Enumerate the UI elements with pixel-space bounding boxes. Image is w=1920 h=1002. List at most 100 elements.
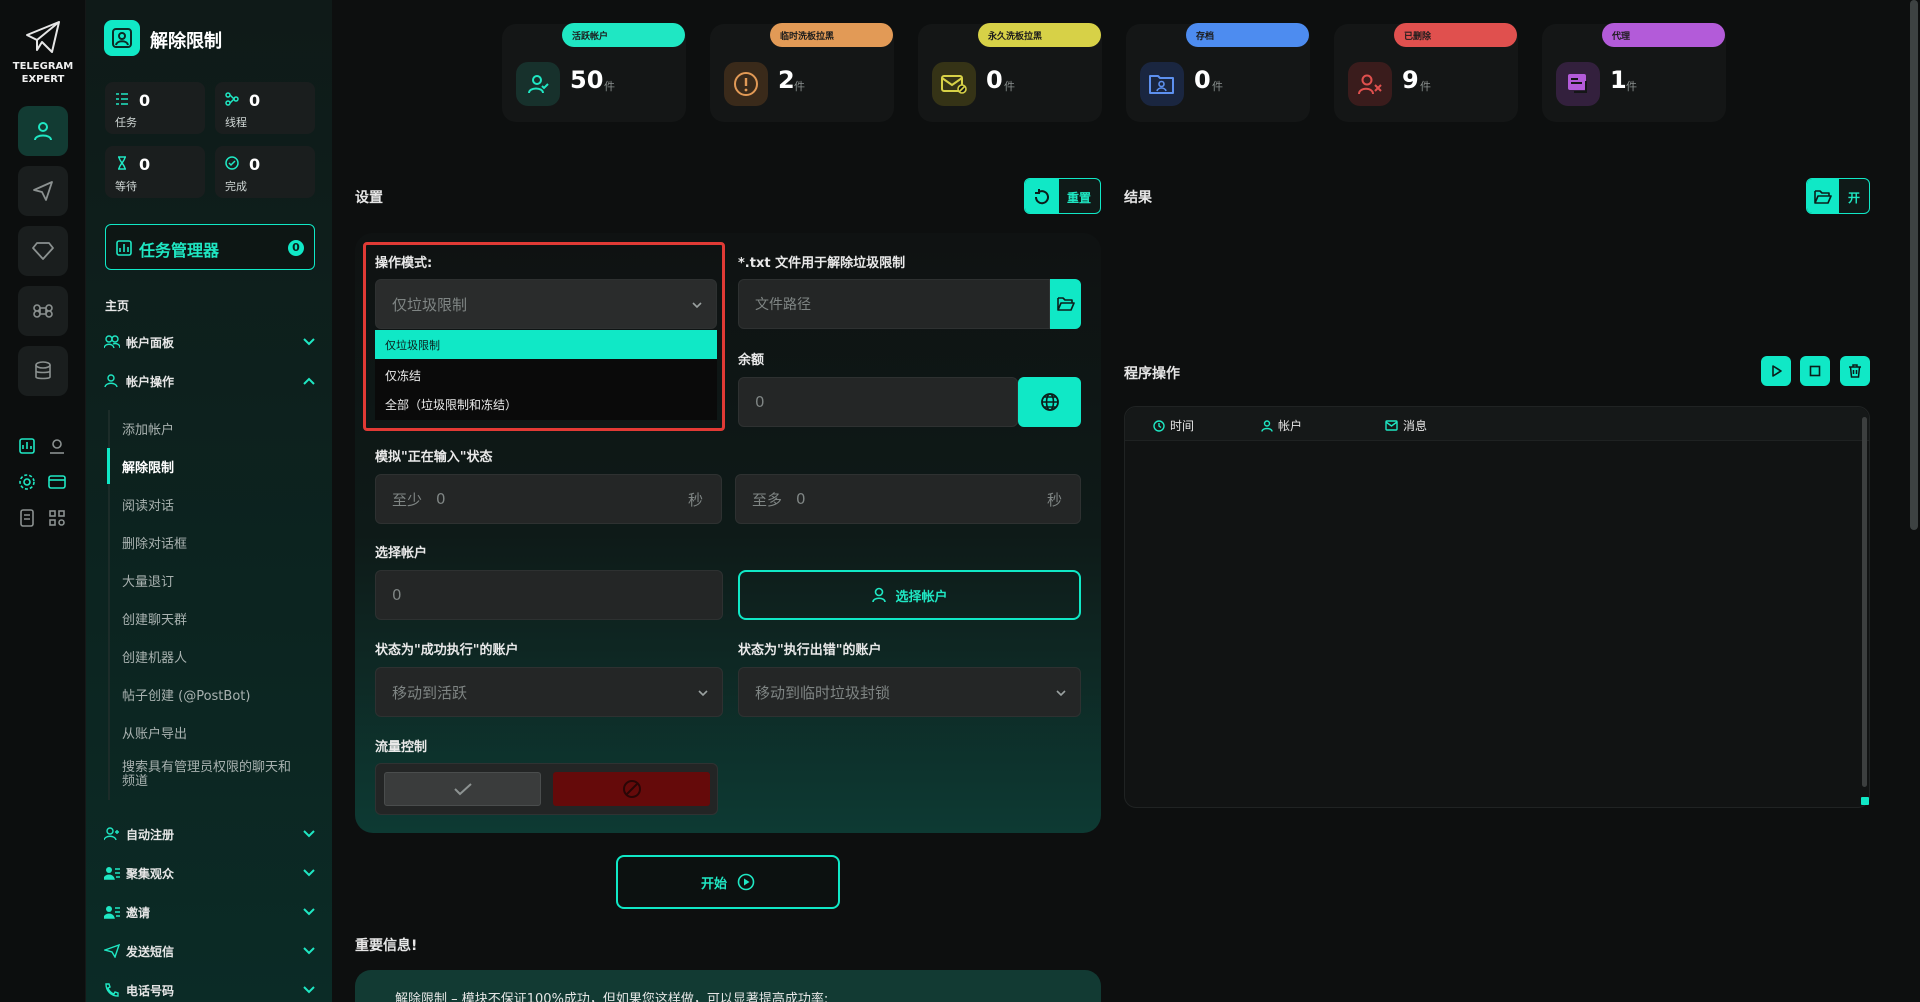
nav-invite[interactable]: 邀请 [104,900,316,924]
txt-file-label: *.txt 文件用于解除垃圾限制 [738,256,906,271]
clear-log-button[interactable] [1840,356,1870,386]
grid-icon [49,510,65,526]
success-status-select[interactable]: 移动到活跃 [375,667,723,717]
kpi-icon-box [1348,62,1392,106]
kpi-deleted[interactable]: 已删除 9 件 [1334,23,1518,122]
proxy-icon [1568,74,1587,93]
nav-sub-item[interactable]: 创建聊天群 [122,609,187,628]
nav-sub-item[interactable]: 帖子创建 (@PostBot) [122,685,250,704]
nav-audience[interactable]: 聚集观众 [104,861,316,885]
user-list-icon [104,867,120,880]
nav-sub-item[interactable]: 创建机器人 [122,647,187,666]
balance-value: 0 [755,393,765,411]
rail-accounts-button[interactable] [18,106,68,156]
database-icon [35,361,51,380]
kpi-tag: 永久洗板拉黑 [978,23,1101,47]
browse-file-button[interactable] [1050,279,1081,329]
rail-send-button[interactable] [18,166,68,216]
task-manager-button[interactable]: 任务管理器 0 [105,224,315,270]
chevron-down-icon [1056,690,1066,697]
rail-report-button[interactable] [15,434,39,458]
kpi-icon-box [1140,62,1184,106]
op-mode-option-selected[interactable]: 仅垃圾限制 [375,330,717,359]
ban-icon [622,780,641,798]
kpi-value: 9 [1402,66,1419,94]
document-icon [20,509,34,527]
nav-account-ops[interactable]: 帐户操作 [104,369,316,393]
nav-sub-item-active[interactable]: 解除限制 [122,457,174,476]
nav-sub-item[interactable]: 阅读对话 [122,495,174,514]
kpi-perm-spam-block[interactable]: 永久洗板拉黑 0 件 [918,23,1102,122]
nav-sub-item[interactable]: 大量退订 [122,571,174,590]
check-icon [453,783,472,796]
stop-button[interactable] [1800,356,1830,386]
folder-open-icon [1056,297,1075,311]
rail-grid-button[interactable] [45,506,69,530]
folder-open-icon [1814,190,1832,204]
op-mode-select[interactable]: 仅垃圾限制 [375,279,717,329]
select-account-input[interactable]: 0 [375,570,723,620]
resize-handle[interactable] [1861,797,1869,805]
nav-auto-register[interactable]: 自动注册 [104,822,316,846]
op-mode-label: 操作模式: [375,256,433,271]
page-scrollbar[interactable] [1910,0,1918,530]
op-mode-option[interactable]: 全部（垃圾限制和冻结） [385,396,517,413]
kpi-temp-spam-block[interactable]: 临时洗板拉黑 2 件 [710,23,894,122]
chevron-down-icon [698,690,708,697]
nav-phone-number[interactable]: 电话号码 [104,978,316,1002]
flow-enable-button[interactable] [384,772,541,806]
play-button[interactable] [1761,356,1791,386]
stat-done: 0 完成 [215,146,315,198]
logo-line1: TELEGRAM [12,61,74,72]
rail-logs-button[interactable] [15,506,39,530]
nav-send-sms[interactable]: 发送短信 [104,939,316,963]
important-title: 重要信息! [355,938,418,954]
kpi-archive[interactable]: 存档 0 件 [1126,23,1310,122]
rail-command-button[interactable] [18,286,68,336]
telegram-logo-icon [25,20,61,54]
col-message[interactable]: 消息 [1385,417,1427,434]
kpi-value: 0 [986,66,1003,94]
start-button[interactable]: 开始 [616,855,840,909]
kpi-proxy[interactable]: 代理 1 件 [1542,23,1726,122]
kpi-active-accounts[interactable]: 活跃帐户 50 件 [502,23,686,122]
nav-sub-item[interactable]: 搜索具有管理员权限的聊天和频道 [122,761,302,789]
col-time[interactable]: 时间 [1153,417,1194,434]
user-icon [104,374,118,388]
nav-account-panel[interactable]: 帐户面板 [104,330,316,354]
typing-min-value: 0 [436,490,446,508]
reset-label: 重置 [1067,191,1092,205]
col-account[interactable]: 帐户 [1261,417,1302,434]
op-mode-option[interactable]: 仅冻结 [385,367,421,384]
select-account-button[interactable]: 选择帐户 [738,570,1081,620]
reset-button[interactable]: 重置 [1024,178,1101,214]
txt-file-input[interactable]: 文件路径 [738,279,1050,329]
rail-database-button[interactable] [18,346,68,396]
typing-min-input[interactable]: 至少 0 秒 [375,474,722,524]
nav-sub-item[interactable]: 从账户导出 [122,723,187,742]
kpi-value: 2 [778,66,795,94]
open-results-button[interactable]: 开 [1806,178,1870,214]
user-plus-icon [104,827,119,841]
rail-diamond-button[interactable] [18,226,68,276]
chevron-down-icon [303,908,315,916]
nav-sub-item[interactable]: 添加帐户 [122,419,174,438]
balance-check-button[interactable] [1018,377,1081,427]
nav-sub-item[interactable]: 删除对话框 [122,533,187,552]
rail-browser-button[interactable] [45,470,69,494]
typing-max-input[interactable]: 至多 0 秒 [735,474,1081,524]
nav-home[interactable]: 主页 [105,297,129,314]
log-scrollbar[interactable] [1862,417,1867,787]
check-circle-icon [225,156,239,170]
flow-disable-button[interactable] [553,772,710,806]
balance-input[interactable]: 0 [738,377,1018,427]
rail-contacts-button[interactable] [45,434,69,458]
kpi-unit: 件 [1004,80,1015,93]
error-status-label: 状态为"执行出错"的账户 [738,643,882,658]
error-status-select[interactable]: 移动到临时垃圾封锁 [738,667,1081,717]
chevron-down-icon [303,830,315,838]
user-icon [1261,419,1273,432]
select-account-value: 0 [392,586,402,604]
kpi-unit: 件 [604,80,615,93]
rail-settings-button[interactable] [15,470,39,494]
